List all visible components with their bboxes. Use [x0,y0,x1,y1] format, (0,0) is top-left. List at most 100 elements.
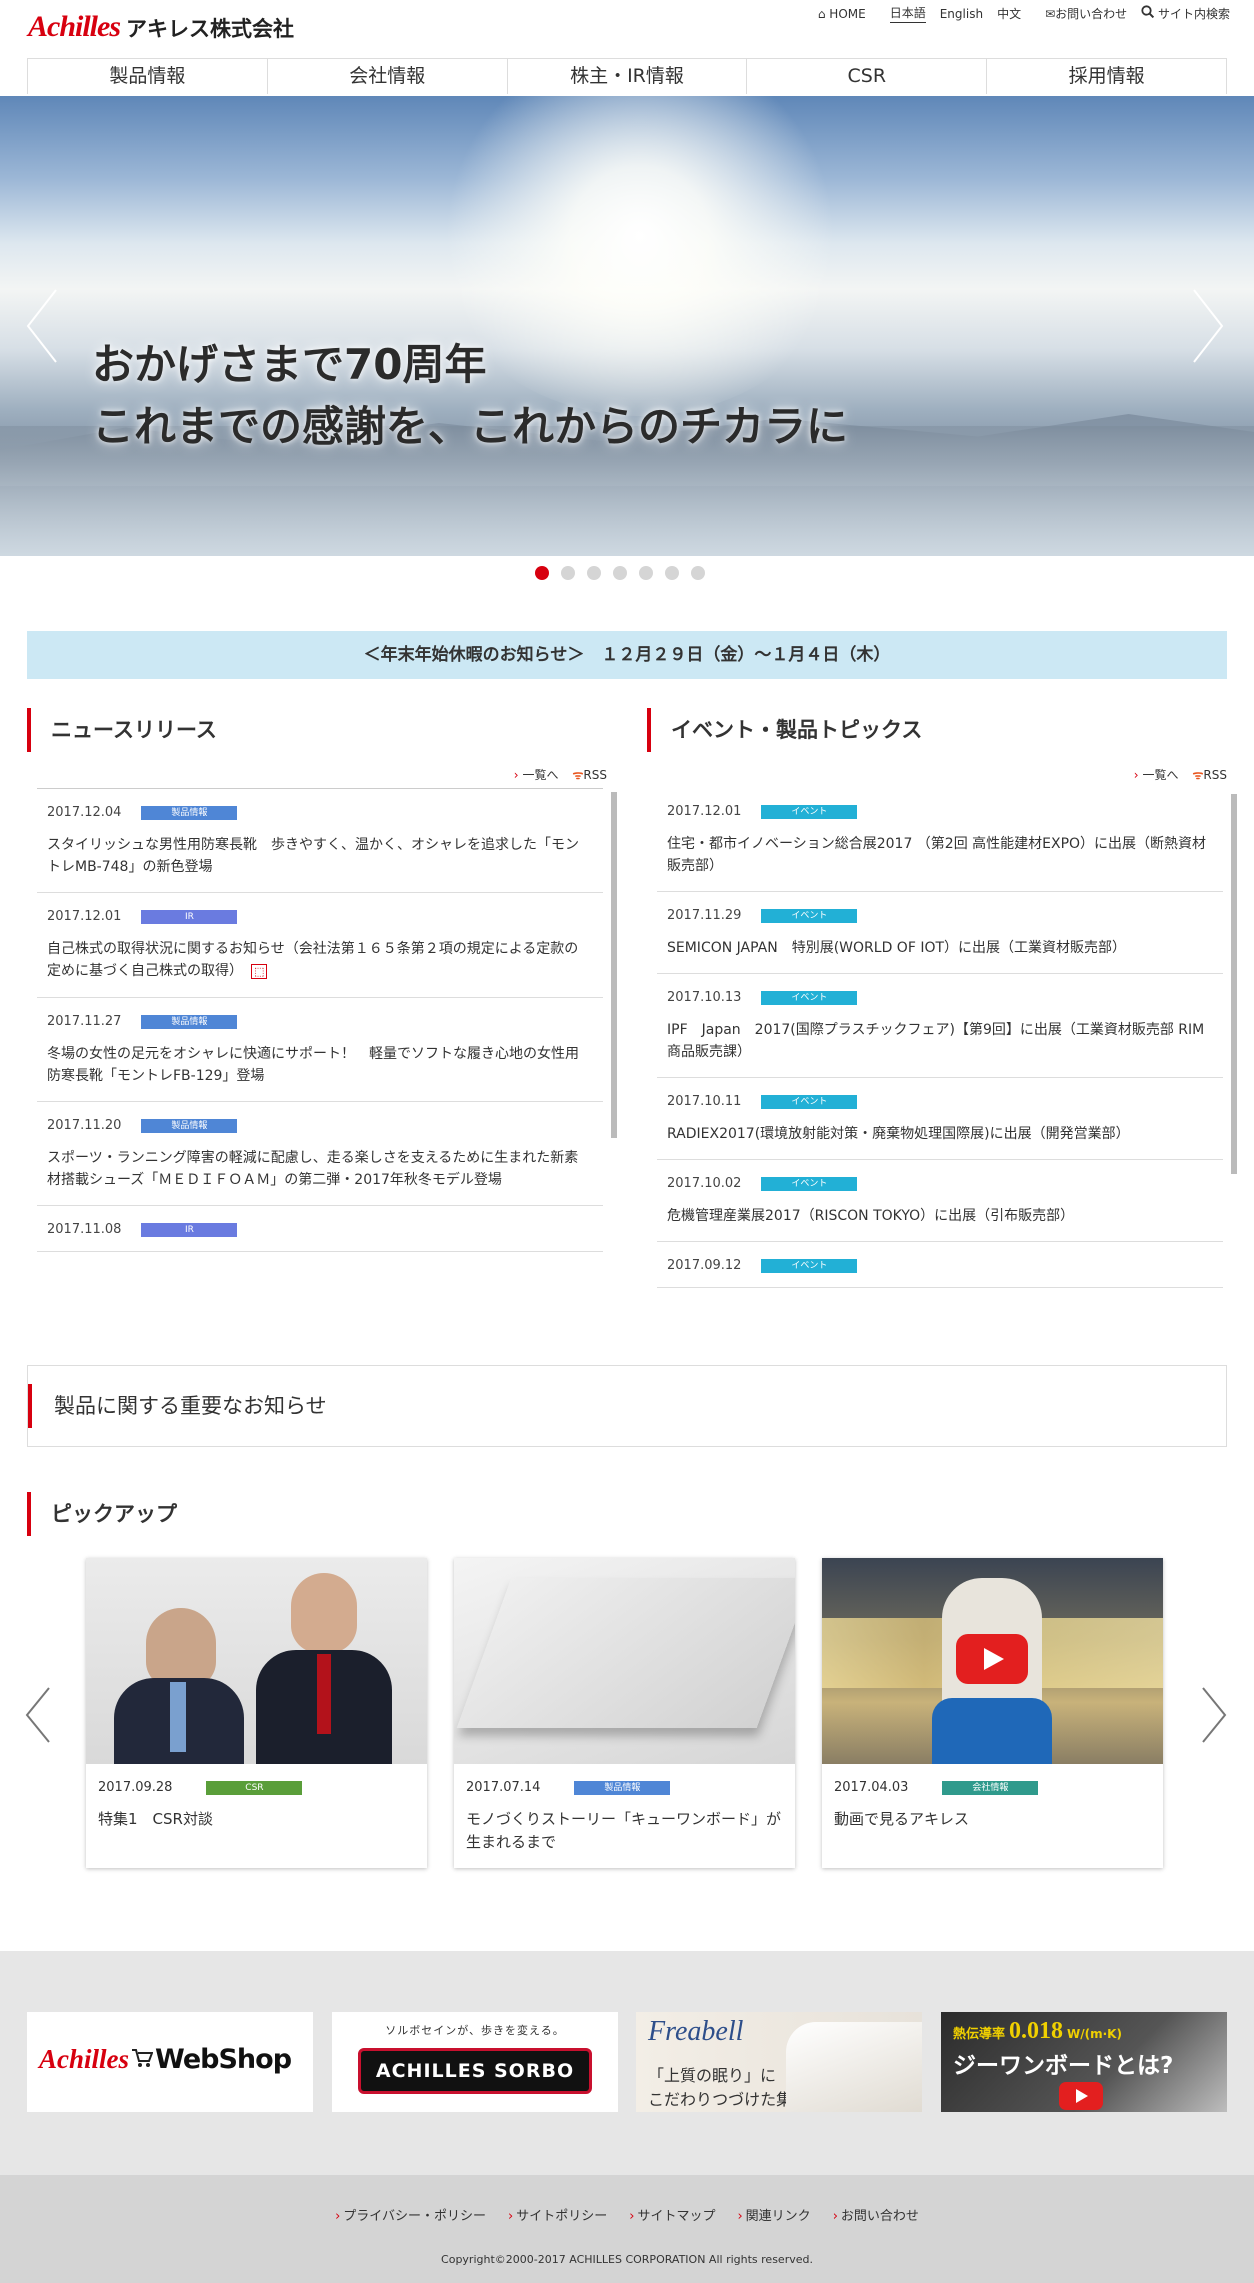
slide-dot[interactable] [613,566,627,580]
pickup-card-board[interactable]: 2017.07.14 製品情報 モノづくりストーリー「キューワンボード」が生まれ… [454,1558,795,1868]
event-scrollbar[interactable] [1231,794,1237,1174]
footer-link-related[interactable]: › 関連リンク [737,2205,810,2224]
hero-prev-arrow-icon[interactable] [24,286,57,366]
card-tag: CSR [206,1780,303,1795]
hero-slider[interactable]: おかげさまで70周年 これまでの感謝を、これからのチカラに [0,96,1254,556]
news-list-link[interactable]: › 一覧へ [514,766,559,783]
site-search-link[interactable]: サイト内検索 [1141,5,1230,22]
event-topics-section: イベント・製品トピックス › 一覧へ ᯤRSS 2017.12.01 イベント 住宅… [647,708,1237,1318]
event-list-link[interactable]: › 一覧へ [1134,766,1179,783]
play-button-icon[interactable] [956,1634,1028,1684]
news-rss-link[interactable]: ᯤRSS [572,766,607,783]
item-meta: 2017.12.01 IR [47,909,591,924]
pickup-next-arrow-icon[interactable] [1200,1685,1228,1757]
list-item[interactable]: 2017.11.27 製品情報 冬場の女性の足元をオシャレに快適にサポート！ 軽量で… [37,998,603,1102]
slide-dot[interactable] [535,566,549,580]
footer-link-label: お問い合わせ [840,2209,919,2224]
important-product-notice[interactable]: 製品に関する重要なお知らせ [27,1365,1227,1447]
item-date: 2017.09.12 [667,1258,742,1273]
freabell-brand: Freabell [648,2016,744,2047]
list-item[interactable]: 2017.10.13 イベント IPF Japan 2017(国際プラスチックフェア… [657,974,1223,1078]
slide-dot[interactable] [639,566,653,580]
gnav-csr[interactable]: CSR [746,59,986,94]
chevron-right-icon: › [1133,768,1139,782]
hero-headline: おかげさまで70周年 これまでの感謝を、これからのチカラに [92,334,848,458]
play-button-icon [1059,2082,1103,2110]
chevron-right-icon: › [832,2209,838,2224]
list-item[interactable]: 2017.11.29 イベント SEMICON JAPAN 特別展(WORLD OF… [657,892,1223,974]
sorbo-label: ACHILLES SORBO [358,2048,592,2094]
item-date: 2017.12.04 [47,805,122,820]
item-category-tag: イベント [761,990,858,1005]
hero-next-arrow-icon[interactable] [1190,286,1224,366]
accent-bar [28,1384,32,1428]
item-meta: 2017.10.11 イベント [667,1094,1211,1109]
gnav-products[interactable]: 製品情報 [27,59,267,94]
webshop-banner[interactable]: Achilles WebShop [27,2012,313,2112]
mail-icon: ✉ [1045,7,1056,21]
news-scrollbar[interactable] [611,792,617,1138]
qone-board-banner[interactable]: 熱伝導率 0.018 W/(m·K) ジーワンボードとは? [941,2012,1227,2112]
footer-link-privacy[interactable]: › プライバシー・ポリシー [335,2205,486,2224]
item-meta: 2017.11.27 製品情報 [47,1014,591,1029]
event-rss-link[interactable]: ᯤRSS [1192,766,1227,783]
card-title: 特集1 CSR対談 [98,1810,213,1828]
lang-zh-link[interactable]: 中文 [997,5,1021,22]
footer-link-sitemap[interactable]: › サイトマップ [629,2205,715,2224]
footer-link-site-policy[interactable]: › サイトポリシー [508,2205,607,2224]
slide-dot[interactable] [691,566,705,580]
gnav-company[interactable]: 会社情報 [266,59,507,94]
news-list[interactable]: 2017.12.04 製品情報 スタイリッシュな男性用防寒長靴 歩きやすく、温かく、… [37,788,603,1318]
gnav-recruit[interactable]: 採用情報 [986,59,1227,94]
utility-nav: ⌂ HOME 日本語 English 中文 ✉お問い合わせ サイト内検索 [818,4,1230,23]
list-item[interactable]: 2017.12.04 製品情報 スタイリッシュな男性用防寒長靴 歩きやすく、温かく、… [37,789,603,893]
item-title: RADIEX2017(環境放射能対策・廃棄物処理国際展)に出展（開発営業部） [667,1126,1130,1142]
logo-brand: Achilles [28,10,121,43]
gnav-ir[interactable]: 株主・IR情報 [506,59,747,94]
slide-dot[interactable] [561,566,575,580]
freabell-banner[interactable]: Freabell 「上質の眠り」に こだわりつづけた集大成。 [636,2012,922,2112]
contact-link[interactable]: ✉お問い合わせ [1045,5,1127,22]
home-link[interactable]: ⌂ HOME [818,7,866,21]
item-category-tag: IR [141,1222,238,1237]
list-item[interactable]: 2017.11.08 IR [37,1206,603,1252]
rss-icon: ᯤ [572,768,584,782]
chevron-right-icon: › [335,2209,341,2224]
news-links: › 一覧へ ᯤRSS [514,766,607,783]
hero-line-1: おかげさまで70周年 [92,340,487,389]
home-label: HOME [829,6,866,21]
lang-en-link[interactable]: English [940,7,983,21]
event-list[interactable]: 2017.12.01 イベント 住宅・都市イノベーション総合展2017 （第2回 高… [657,788,1223,1318]
list-item[interactable]: 2017.11.20 製品情報 スポーツ・ランニング障害の軽減に配慮し、走る楽しさを… [37,1102,603,1206]
pickup-card-csr[interactable]: 2017.09.28 CSR 特集1 CSR対談 [86,1558,427,1868]
footer-link-label: サイトポリシー [516,2209,608,2224]
item-category-tag: 製品情報 [141,805,238,820]
holiday-notice[interactable]: ＜年末年始休暇のお知らせ＞ １２月２９日（金）～１月４日（木） [27,631,1227,679]
chevron-right-icon: › [513,768,519,782]
list-item[interactable]: 2017.09.12 イベント [657,1242,1223,1288]
slide-dot[interactable] [665,566,679,580]
card-meta: 2017.09.28 CSR [98,1780,303,1795]
pickup-card-video[interactable]: 2017.04.03 会社情報 動画で見るアキレス [822,1558,1163,1868]
list-item[interactable]: 2017.12.01 IR 自己株式の取得状況に関するお知らせ（会社法第１６５条第２… [37,893,603,998]
copyright: Copyright©2000-2017 ACHILLES CORPORATION… [441,2253,813,2266]
slide-dot[interactable] [587,566,601,580]
site-logo[interactable]: Achilles アキレス株式会社 [28,10,294,44]
list-item[interactable]: 2017.10.02 イベント 危機管理産業展2017（RISCON TOKYO）に… [657,1160,1223,1242]
qone-title: ジーワンボードとは? [953,2053,1174,2079]
list-item[interactable]: 2017.12.01 イベント 住宅・都市イノベーション総合展2017 （第2回 高… [657,788,1223,892]
footer-nav: › プライバシー・ポリシー › サイトポリシー › サイトマップ › 関連リンク › お問… [0,2205,1254,2224]
logo-company-name: アキレス株式会社 [126,17,295,41]
item-meta: 2017.10.02 イベント [667,1176,1211,1191]
sorbo-banner[interactable]: ソルボセインが、歩きを変える。 ACHILLES SORBO [332,2012,618,2112]
event-rss-label: RSS [1203,768,1227,782]
card-date: 2017.07.14 [466,1780,541,1795]
item-meta: 2017.12.01 イベント [667,804,1211,819]
footer-link-contact[interactable]: › お問い合わせ [833,2205,919,2224]
list-item[interactable]: 2017.10.11 イベント RADIEX2017(環境放射能対策・廃棄物処理国際… [657,1078,1223,1160]
item-category-tag: IR [141,909,238,924]
lang-ja-link[interactable]: 日本語 [889,4,926,23]
item-date: 2017.12.01 [667,804,742,819]
card-tag: 製品情報 [574,1780,671,1795]
pickup-prev-arrow-icon[interactable] [24,1685,52,1757]
